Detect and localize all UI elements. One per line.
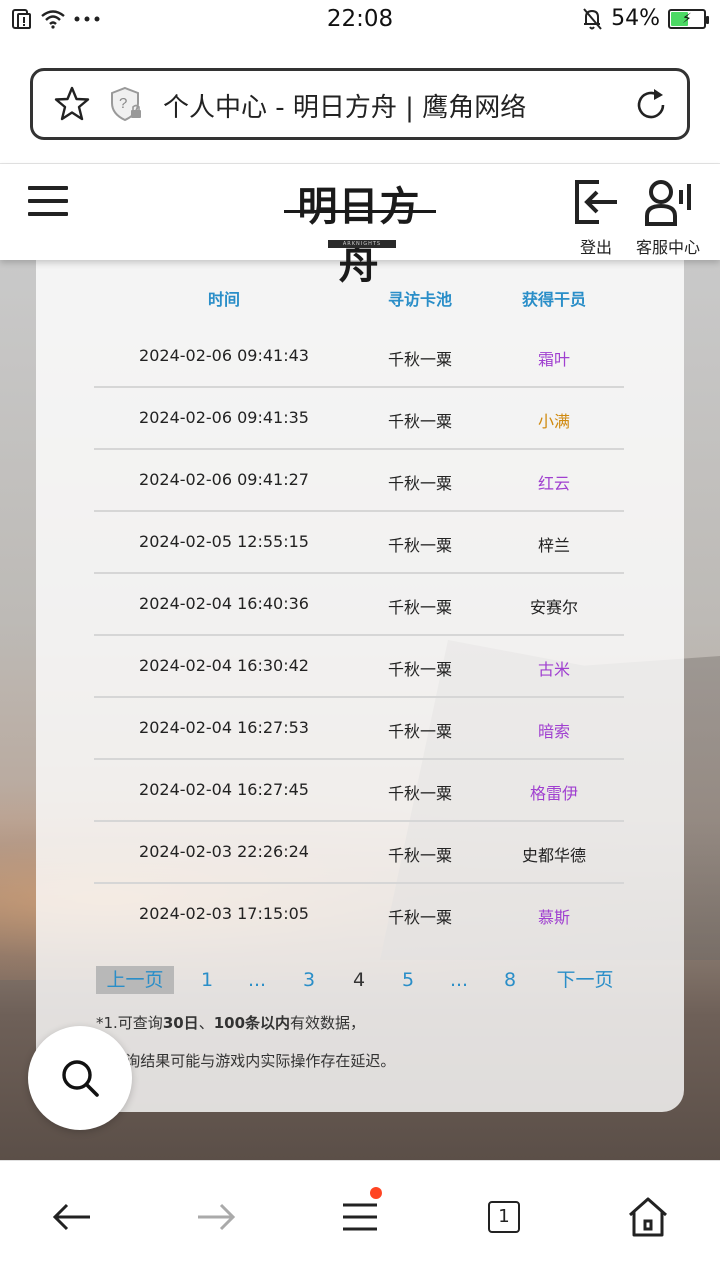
row-operator: 暗索 bbox=[537, 722, 570, 741]
row-time: 2024-02-04 16:30:42 bbox=[139, 656, 309, 675]
logout-button[interactable]: 登出 bbox=[572, 178, 620, 258]
table-row: 2024-02-04 16:27:45 千秋一粟 格雷伊 bbox=[94, 760, 624, 822]
note-line-1: *1.可查询30日、100条以内有效数据， bbox=[96, 1012, 365, 1033]
row-pool: 千秋一粟 bbox=[387, 350, 452, 369]
row-operator: 霜叶 bbox=[537, 350, 570, 369]
table-row: 2024-02-04 16:30:42 千秋一粟 古米 bbox=[94, 636, 624, 698]
hamburger-menu-icon[interactable] bbox=[28, 186, 68, 216]
prev-page-button[interactable]: 上一页 bbox=[96, 966, 174, 994]
arknights-logo[interactable]: 明日方舟 ARKNIGHTS bbox=[282, 174, 442, 288]
row-pool: 千秋一粟 bbox=[387, 908, 452, 927]
page-5-link[interactable]: 5 bbox=[393, 966, 423, 994]
note-line-1-sep: 、 bbox=[198, 1014, 214, 1032]
tabs-button[interactable]: 1 bbox=[480, 1193, 528, 1241]
page-1-link[interactable]: 1 bbox=[192, 966, 222, 994]
row-pool: 千秋一粟 bbox=[387, 784, 452, 803]
row-operator: 格雷伊 bbox=[529, 784, 578, 803]
bookmark-star-icon[interactable] bbox=[53, 85, 91, 123]
battery-percent: 54% bbox=[611, 6, 660, 31]
status-bar: 22:08 54% ⚡ bbox=[0, 0, 720, 40]
row-operator: 红云 bbox=[537, 474, 570, 493]
logout-label: 登出 bbox=[579, 238, 612, 257]
table-row: 2024-02-06 09:41:43 千秋一粟 霜叶 bbox=[94, 326, 624, 388]
note-line-1-limit: 100条以内 bbox=[213, 1014, 291, 1032]
current-page: 4 bbox=[352, 969, 366, 991]
forward-button[interactable] bbox=[192, 1193, 240, 1241]
row-pool: 千秋一粟 bbox=[387, 536, 452, 555]
page-title[interactable]: 个人中心 - 明日方舟 | 鹰角网络 bbox=[163, 87, 526, 124]
row-pool: 千秋一粟 bbox=[387, 660, 452, 679]
back-arrow-icon bbox=[52, 1203, 90, 1231]
row-pool: 千秋一粟 bbox=[387, 474, 452, 493]
note-line-1-days: 30日 bbox=[162, 1014, 199, 1032]
home-button[interactable] bbox=[624, 1193, 672, 1241]
page-3-link[interactable]: 3 bbox=[294, 966, 324, 994]
row-time: 2024-02-06 09:41:35 bbox=[139, 408, 309, 427]
address-bar[interactable]: ? 个人中心 - 明日方舟 | 鹰角网络 bbox=[30, 68, 690, 140]
security-shield-icon[interactable]: ? bbox=[109, 85, 145, 123]
row-pool: 千秋一粟 bbox=[387, 722, 452, 741]
table-row: 2024-02-03 17:15:05 千秋一粟 慕斯 bbox=[94, 884, 624, 946]
row-time: 2024-02-03 17:15:05 bbox=[139, 904, 309, 923]
home-icon bbox=[629, 1197, 667, 1237]
table-row: 2024-02-04 16:27:53 千秋一粟 暗索 bbox=[94, 698, 624, 760]
table-row: 2024-02-04 16:40:36 千秋一粟 安赛尔 bbox=[94, 574, 624, 636]
row-pool: 千秋一粟 bbox=[387, 412, 452, 431]
row-time: 2024-02-04 16:27:53 bbox=[139, 718, 309, 737]
header-operator: 获得干员 bbox=[521, 290, 586, 309]
menu-lines-icon bbox=[343, 1203, 377, 1231]
logo-sub: ARKNIGHTS bbox=[342, 241, 382, 247]
customer-service-button[interactable]: 客服中心 bbox=[630, 178, 706, 258]
browser-bottom-nav: 1 bbox=[0, 1160, 720, 1280]
forward-arrow-icon bbox=[198, 1203, 236, 1231]
row-operator: 慕斯 bbox=[537, 908, 570, 927]
row-time: 2024-02-04 16:40:36 bbox=[139, 594, 309, 613]
status-right-icons: 54% ⚡ bbox=[581, 6, 709, 31]
row-operator: 史都华德 bbox=[521, 846, 586, 865]
logout-icon bbox=[575, 180, 617, 224]
battery-icon: ⚡ bbox=[668, 8, 709, 29]
reload-icon[interactable] bbox=[633, 87, 669, 123]
next-page-button[interactable]: 下一页 bbox=[550, 966, 620, 994]
row-time: 2024-02-06 09:41:27 bbox=[139, 470, 309, 489]
mute-bell-icon bbox=[583, 7, 602, 30]
pagination: 上一页 1 ... 3 4 5 ... 8 下一页 bbox=[96, 966, 626, 994]
table-row: 2024-02-06 09:41:27 千秋一粟 红云 bbox=[94, 450, 624, 512]
back-button[interactable] bbox=[48, 1193, 96, 1241]
row-pool: 千秋一粟 bbox=[387, 846, 452, 865]
table-row: 2024-02-06 09:41:35 千秋一粟 小满 bbox=[94, 388, 624, 450]
table-row: 2024-02-05 12:55:15 千秋一粟 梓兰 bbox=[94, 512, 624, 574]
search-button[interactable] bbox=[28, 1026, 132, 1130]
note-line-1-prefix: *1.可查询 bbox=[96, 1014, 163, 1032]
note-line-1-suffix: 有效数据， bbox=[290, 1014, 366, 1032]
browser-toolbar: ? 个人中心 - 明日方舟 | 鹰角网络 bbox=[0, 40, 720, 164]
customer-service-label: 客服中心 bbox=[635, 238, 700, 257]
note-line-2: 2.查询结果可能与游戏内实际操作存在延迟。 bbox=[96, 1052, 396, 1070]
charging-bolt-icon: ⚡ bbox=[682, 10, 692, 27]
svg-text:?: ? bbox=[119, 95, 127, 112]
row-pool: 千秋一粟 bbox=[387, 598, 452, 617]
row-time: 2024-02-04 16:27:45 bbox=[139, 780, 309, 799]
page-8-link[interactable]: 8 bbox=[495, 966, 525, 994]
menu-button[interactable] bbox=[336, 1187, 384, 1241]
logo-line bbox=[284, 210, 436, 213]
row-operator: 古米 bbox=[537, 660, 570, 679]
tab-count-icon: 1 bbox=[488, 1201, 520, 1233]
row-operator: 安赛尔 bbox=[529, 598, 578, 617]
logo-text: 明日方舟 bbox=[297, 183, 421, 288]
row-time: 2024-02-05 12:55:15 bbox=[139, 532, 309, 551]
row-time: 2024-02-03 22:26:24 bbox=[139, 842, 309, 861]
ellipsis-left: ... bbox=[247, 969, 267, 991]
row-operator: 梓兰 bbox=[537, 536, 570, 555]
row-time: 2024-02-06 09:41:43 bbox=[139, 346, 309, 365]
row-operator: 小满 bbox=[537, 412, 570, 431]
table-row: 2024-02-03 22:26:24 千秋一粟 史都华德 bbox=[94, 822, 624, 884]
site-header: 明日方舟 ARKNIGHTS 登出 客服中心 bbox=[0, 164, 720, 288]
ellipsis-right: ... bbox=[449, 969, 469, 991]
search-icon bbox=[62, 1060, 99, 1097]
customer-service-icon bbox=[645, 180, 691, 226]
notification-dot bbox=[370, 1187, 382, 1199]
